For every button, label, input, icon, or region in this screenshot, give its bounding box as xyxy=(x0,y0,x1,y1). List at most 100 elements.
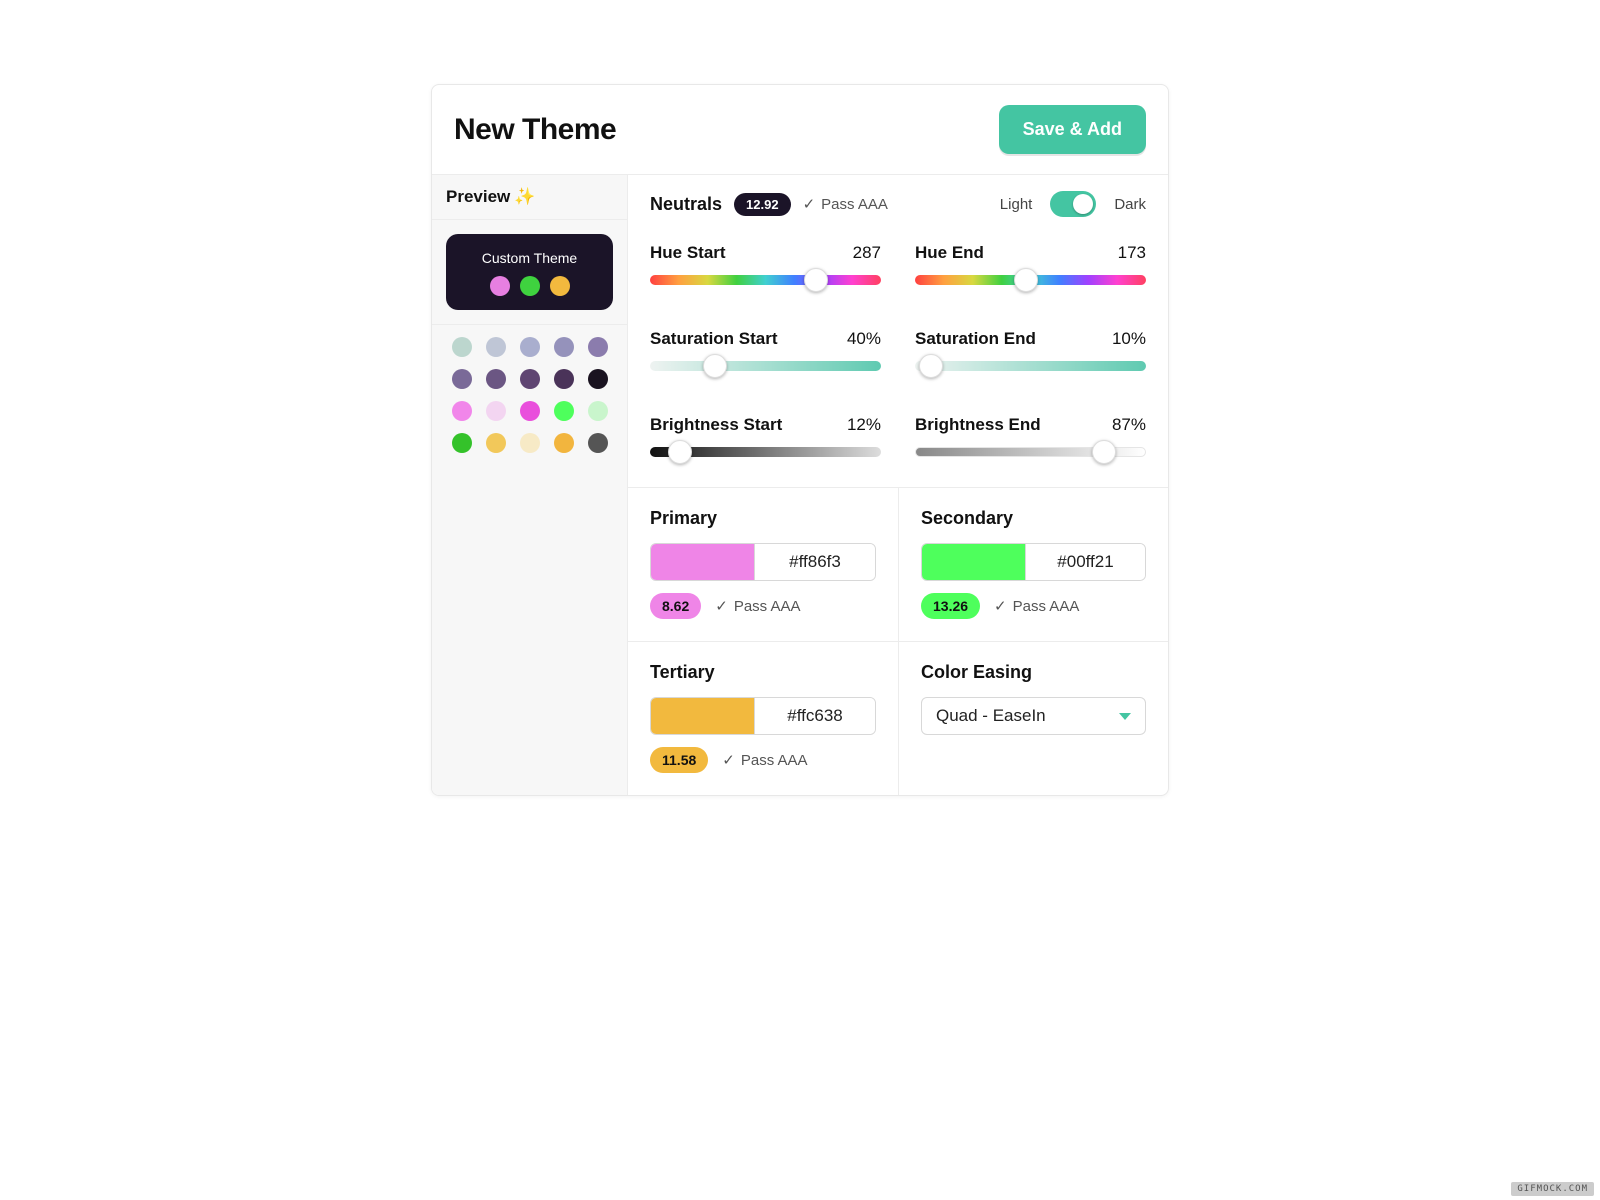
primary-swatch xyxy=(651,544,755,580)
slider-thumb[interactable] xyxy=(1092,440,1116,464)
preview-card: Custom Theme xyxy=(446,234,613,310)
colors-row-1: Primary #ff86f3 8.62 ✓ Pass AAA Secon xyxy=(628,487,1168,641)
slider-hue-start: Hue Start 287 xyxy=(650,243,881,285)
slider-sat-end: Saturation End 10% xyxy=(915,329,1146,371)
preview-card-title: Custom Theme xyxy=(456,250,603,266)
sliders-grid: Hue Start 287 Hue End 173 xyxy=(628,223,1168,487)
neutrals-pass: ✓ Pass AAA xyxy=(803,195,888,213)
palette-swatch[interactable] xyxy=(588,433,608,453)
slider-value: 40% xyxy=(847,329,881,349)
secondary-swatch xyxy=(922,544,1026,580)
slider-sat-start: Saturation Start 40% xyxy=(650,329,881,371)
slider-track[interactable] xyxy=(915,275,1146,285)
slider-track[interactable] xyxy=(650,275,881,285)
palette-swatch[interactable] xyxy=(554,433,574,453)
slider-value: 12% xyxy=(847,415,881,435)
palette-swatch[interactable] xyxy=(486,369,506,389)
secondary-hex[interactable]: #00ff21 xyxy=(1026,544,1145,580)
tertiary-color-input[interactable]: #ffc638 xyxy=(650,697,876,735)
easing-value: Quad - EaseIn xyxy=(936,706,1046,726)
slider-track[interactable] xyxy=(650,447,881,457)
palette-swatch[interactable] xyxy=(588,337,608,357)
mode-light-label: Light xyxy=(1000,196,1033,213)
palette-swatch[interactable] xyxy=(520,401,540,421)
secondary-color-input[interactable]: #00ff21 xyxy=(921,543,1146,581)
neutrals-header: Neutrals 12.92 ✓ Pass AAA Light Dark xyxy=(628,175,1168,223)
primary-color-input[interactable]: #ff86f3 xyxy=(650,543,876,581)
neutrals-score-pill: 12.92 xyxy=(734,193,791,216)
palette-swatch[interactable] xyxy=(452,401,472,421)
palette-swatch[interactable] xyxy=(452,337,472,357)
easing-label: Color Easing xyxy=(921,662,1146,683)
primary-cell: Primary #ff86f3 8.62 ✓ Pass AAA xyxy=(628,488,898,641)
preview-dot xyxy=(490,276,510,296)
tertiary-score: 11.58 xyxy=(650,747,708,773)
light-dark-toggle[interactable] xyxy=(1050,191,1096,217)
palette-swatch[interactable] xyxy=(554,401,574,421)
mode-dark-label: Dark xyxy=(1114,196,1146,213)
slider-thumb[interactable] xyxy=(919,354,943,378)
preview-dot xyxy=(550,276,570,296)
palette-swatch[interactable] xyxy=(452,433,472,453)
slider-hue-end: Hue End 173 xyxy=(915,243,1146,285)
preview-sidebar: Preview ✨ Custom Theme xyxy=(432,175,628,795)
palette-swatch[interactable] xyxy=(486,433,506,453)
slider-thumb[interactable] xyxy=(668,440,692,464)
slider-label: Hue End xyxy=(915,243,984,263)
slider-value: 87% xyxy=(1112,415,1146,435)
secondary-cell: Secondary #00ff21 13.26 ✓ Pass AAA xyxy=(898,488,1168,641)
palette-swatch[interactable] xyxy=(486,337,506,357)
neutrals-label: Neutrals xyxy=(650,194,722,215)
palette-swatch[interactable] xyxy=(588,401,608,421)
tertiary-pass: ✓ Pass AAA xyxy=(722,751,807,769)
tertiary-label: Tertiary xyxy=(650,662,876,683)
easing-select[interactable]: Quad - EaseIn xyxy=(921,697,1146,735)
slider-track[interactable] xyxy=(915,361,1146,371)
chevron-down-icon xyxy=(1119,713,1131,720)
modal-header: New Theme Save & Add xyxy=(432,85,1168,175)
slider-thumb[interactable] xyxy=(804,268,828,292)
palette-swatch[interactable] xyxy=(486,401,506,421)
easing-cell: Color Easing Quad - EaseIn xyxy=(898,642,1168,795)
page-title: New Theme xyxy=(454,113,616,147)
primary-label: Primary xyxy=(650,508,876,529)
slider-value: 173 xyxy=(1118,243,1146,263)
palette-swatch[interactable] xyxy=(588,369,608,389)
main-panel: Neutrals 12.92 ✓ Pass AAA Light Dark Hue… xyxy=(628,175,1168,795)
palette-swatch[interactable] xyxy=(520,337,540,357)
slider-label: Brightness Start xyxy=(650,415,782,435)
slider-bri-end: Brightness End 87% xyxy=(915,415,1146,457)
primary-pass: ✓ Pass AAA xyxy=(715,597,800,615)
palette-swatch[interactable] xyxy=(554,369,574,389)
modal-body: Preview ✨ Custom Theme Neutrals 12.92 ✓ … xyxy=(432,175,1168,795)
palette-swatch[interactable] xyxy=(452,369,472,389)
slider-thumb[interactable] xyxy=(703,354,727,378)
slider-thumb[interactable] xyxy=(1014,268,1038,292)
primary-hex[interactable]: #ff86f3 xyxy=(755,544,875,580)
check-icon: ✓ xyxy=(722,751,735,769)
tertiary-swatch xyxy=(651,698,755,734)
palette-swatch[interactable] xyxy=(554,337,574,357)
slider-label: Brightness End xyxy=(915,415,1041,435)
primary-score: 8.62 xyxy=(650,593,701,619)
watermark: GIFMOCK.COM xyxy=(1511,1182,1594,1196)
preview-label: Preview xyxy=(446,187,510,207)
slider-label: Hue Start xyxy=(650,243,726,263)
palette-swatch[interactable] xyxy=(520,369,540,389)
slider-value: 10% xyxy=(1112,329,1146,349)
tertiary-hex[interactable]: #ffc638 xyxy=(755,698,875,734)
check-icon: ✓ xyxy=(803,195,816,213)
slider-value: 287 xyxy=(853,243,881,263)
save-add-button[interactable]: Save & Add xyxy=(999,105,1146,154)
palette-swatch[interactable] xyxy=(520,433,540,453)
slider-track[interactable] xyxy=(915,447,1146,457)
check-icon: ✓ xyxy=(994,597,1007,615)
theme-editor-modal: New Theme Save & Add Preview ✨ Custom Th… xyxy=(431,84,1169,796)
secondary-label: Secondary xyxy=(921,508,1146,529)
secondary-pass: ✓ Pass AAA xyxy=(994,597,1079,615)
slider-track[interactable] xyxy=(650,361,881,371)
slider-label: Saturation Start xyxy=(650,329,778,349)
preview-dot xyxy=(520,276,540,296)
tertiary-cell: Tertiary #ffc638 11.58 ✓ Pass AAA xyxy=(628,642,898,795)
secondary-score: 13.26 xyxy=(921,593,980,619)
